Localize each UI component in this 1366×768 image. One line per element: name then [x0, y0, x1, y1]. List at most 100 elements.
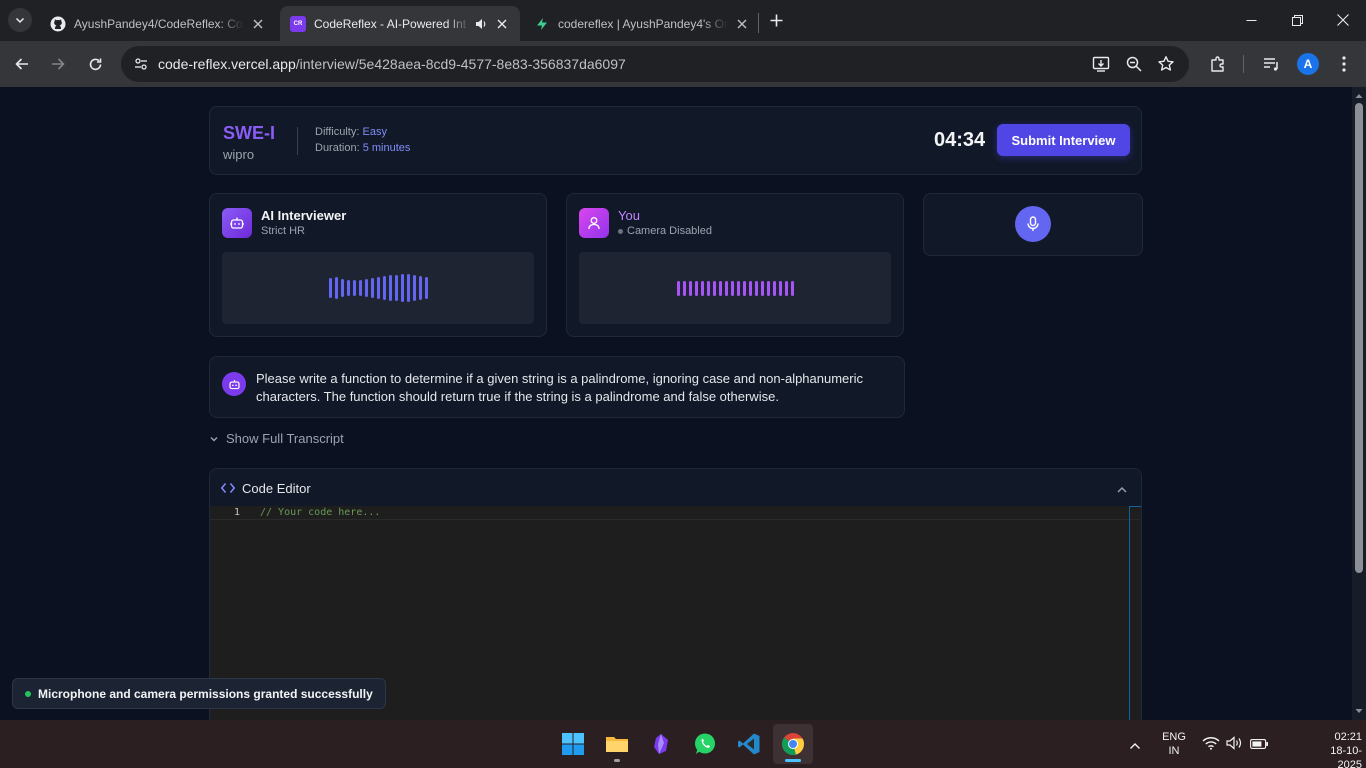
permissions-toast: Microphone and camera permissions grante… — [12, 678, 386, 709]
status-dot — [618, 228, 623, 234]
microphone-button[interactable] — [1015, 206, 1051, 242]
bot-icon — [222, 372, 246, 396]
ai-interviewer-persona: Strict HR — [261, 225, 305, 237]
install-app-icon[interactable] — [1092, 55, 1110, 78]
audio-level-bar — [778, 280, 782, 296]
audio-level-bar — [766, 280, 770, 296]
browser-toolbar: code-reflex.vercel.app/interview/5e428ae… — [0, 41, 1366, 87]
obsidian-button[interactable] — [641, 724, 681, 764]
ai-interviewer-name: AI Interviewer — [261, 208, 347, 223]
url-host: code-reflex.vercel.app — [158, 56, 296, 72]
close-tab-icon[interactable] — [250, 16, 266, 32]
forward-button[interactable] — [45, 51, 71, 77]
toast-message: Microphone and camera permissions grante… — [38, 686, 373, 701]
line-number: 1 — [234, 507, 241, 518]
site-info-icon[interactable] — [133, 56, 149, 77]
close-tab-icon[interactable] — [734, 16, 750, 32]
obsidian-icon — [654, 734, 668, 754]
close-window-button[interactable] — [1320, 0, 1366, 40]
interview-page: SWE-I wipro Difficulty: Easy Duration: 5… — [0, 87, 1366, 720]
audio-level-bar — [730, 280, 734, 296]
header-divider — [297, 127, 298, 155]
company-name: wipro — [223, 147, 255, 162]
question-text: Please write a function to determine if … — [256, 371, 864, 404]
new-tab-button[interactable] — [765, 9, 787, 31]
zoom-icon[interactable] — [1125, 55, 1143, 78]
ai-audio-visualizer — [222, 252, 534, 324]
reload-icon — [89, 58, 101, 70]
kebab-menu-icon — [1342, 56, 1346, 72]
audio-level-bar — [394, 275, 398, 301]
codereflex-icon: CR — [290, 15, 306, 32]
minimize-button[interactable] — [1228, 0, 1274, 40]
audio-level-bar — [382, 276, 386, 300]
audio-level-bar — [742, 280, 746, 296]
bookmark-star-icon[interactable] — [1157, 55, 1175, 78]
scrollbar-thumb[interactable] — [1355, 103, 1363, 573]
volume-icon[interactable] — [1226, 736, 1244, 755]
difficulty-info: Difficulty: Easy — [315, 126, 387, 138]
interview-header: SWE-I wipro Difficulty: Easy Duration: 5… — [209, 106, 1142, 175]
audio-level-bar — [712, 280, 716, 296]
media-control-button[interactable] — [1258, 51, 1284, 77]
tab-supabase[interactable]: codereflex | AyushPandey4's Org — [524, 6, 760, 41]
restore-button[interactable] — [1274, 0, 1320, 40]
page-scrollbar[interactable] — [1352, 87, 1366, 720]
audio-level-bar — [736, 280, 740, 296]
duration-label: Duration: — [315, 142, 360, 154]
scroll-up-icon[interactable] — [1355, 92, 1363, 100]
vscode-button[interactable] — [729, 724, 769, 764]
supabase-icon — [534, 16, 550, 32]
tab-title: codereflex | AyushPandey4's Org — [558, 16, 728, 31]
chevron-up-icon[interactable] — [1116, 482, 1128, 500]
bot-icon — [222, 208, 252, 238]
speaker-icon[interactable] — [474, 17, 488, 31]
clock[interactable]: 02:21 18-10-2025 — [1306, 730, 1362, 768]
tab-github[interactable]: AyushPandey4/CodeReflex: Code — [40, 6, 276, 41]
whatsapp-button[interactable] — [685, 724, 725, 764]
code-editor-header[interactable]: Code Editor — [210, 469, 1141, 506]
address-bar[interactable]: code-reflex.vercel.app/interview/5e428ae… — [121, 46, 1189, 82]
file-explorer-button[interactable] — [597, 724, 637, 764]
audio-level-bar — [364, 279, 368, 297]
audio-level-bar — [376, 277, 380, 299]
url-text: code-reflex.vercel.app/interview/5e428ae… — [158, 56, 626, 72]
tab-codereflex[interactable]: CR CodeReflex - AI-Powered Int — [280, 6, 520, 41]
submit-interview-button[interactable]: Submit Interview — [997, 124, 1130, 156]
wifi-icon[interactable] — [1202, 736, 1220, 755]
show-transcript-toggle[interactable]: Show Full Transcript — [209, 431, 344, 446]
audio-level-bar — [706, 280, 710, 296]
audio-level-bar — [760, 280, 764, 296]
back-button[interactable] — [9, 51, 35, 77]
duration-value: 5 minutes — [362, 142, 411, 154]
code-input[interactable]: // Your code here... — [260, 507, 380, 518]
job-role: SWE-I — [223, 123, 275, 143]
chrome-button[interactable] — [773, 724, 813, 764]
extensions-button[interactable] — [1205, 51, 1231, 77]
show-hidden-icons-button[interactable] — [1129, 738, 1141, 756]
code-editor-title: Code Editor — [242, 481, 311, 496]
audio-level-bar — [412, 275, 416, 301]
success-dot — [25, 690, 31, 697]
profile-avatar[interactable]: A — [1297, 53, 1319, 75]
url-path: /interview/5e428aea-8cd9-4577-8e83-35683… — [295, 56, 626, 72]
audio-level-bar — [718, 280, 722, 296]
reload-button[interactable] — [82, 51, 108, 77]
audio-level-bar — [748, 280, 752, 296]
battery-icon[interactable] — [1250, 737, 1269, 755]
editor-scrollbar[interactable] — [1129, 506, 1141, 720]
tab-search-button[interactable] — [8, 8, 32, 32]
audio-level-bar — [328, 278, 332, 298]
audio-level-bar — [418, 276, 422, 300]
browser-menu-button[interactable] — [1331, 51, 1357, 77]
github-icon — [50, 16, 66, 32]
scroll-down-icon[interactable] — [1355, 707, 1363, 715]
audio-level-bar — [340, 279, 344, 297]
user-icon — [579, 208, 609, 238]
microphone-icon — [1027, 216, 1039, 231]
start-button[interactable] — [553, 724, 593, 764]
close-tab-icon[interactable] — [494, 16, 510, 32]
active-indicator — [785, 759, 801, 762]
language-indicator[interactable]: ENG IN — [1158, 730, 1190, 758]
chevron-down-icon — [210, 436, 218, 441]
